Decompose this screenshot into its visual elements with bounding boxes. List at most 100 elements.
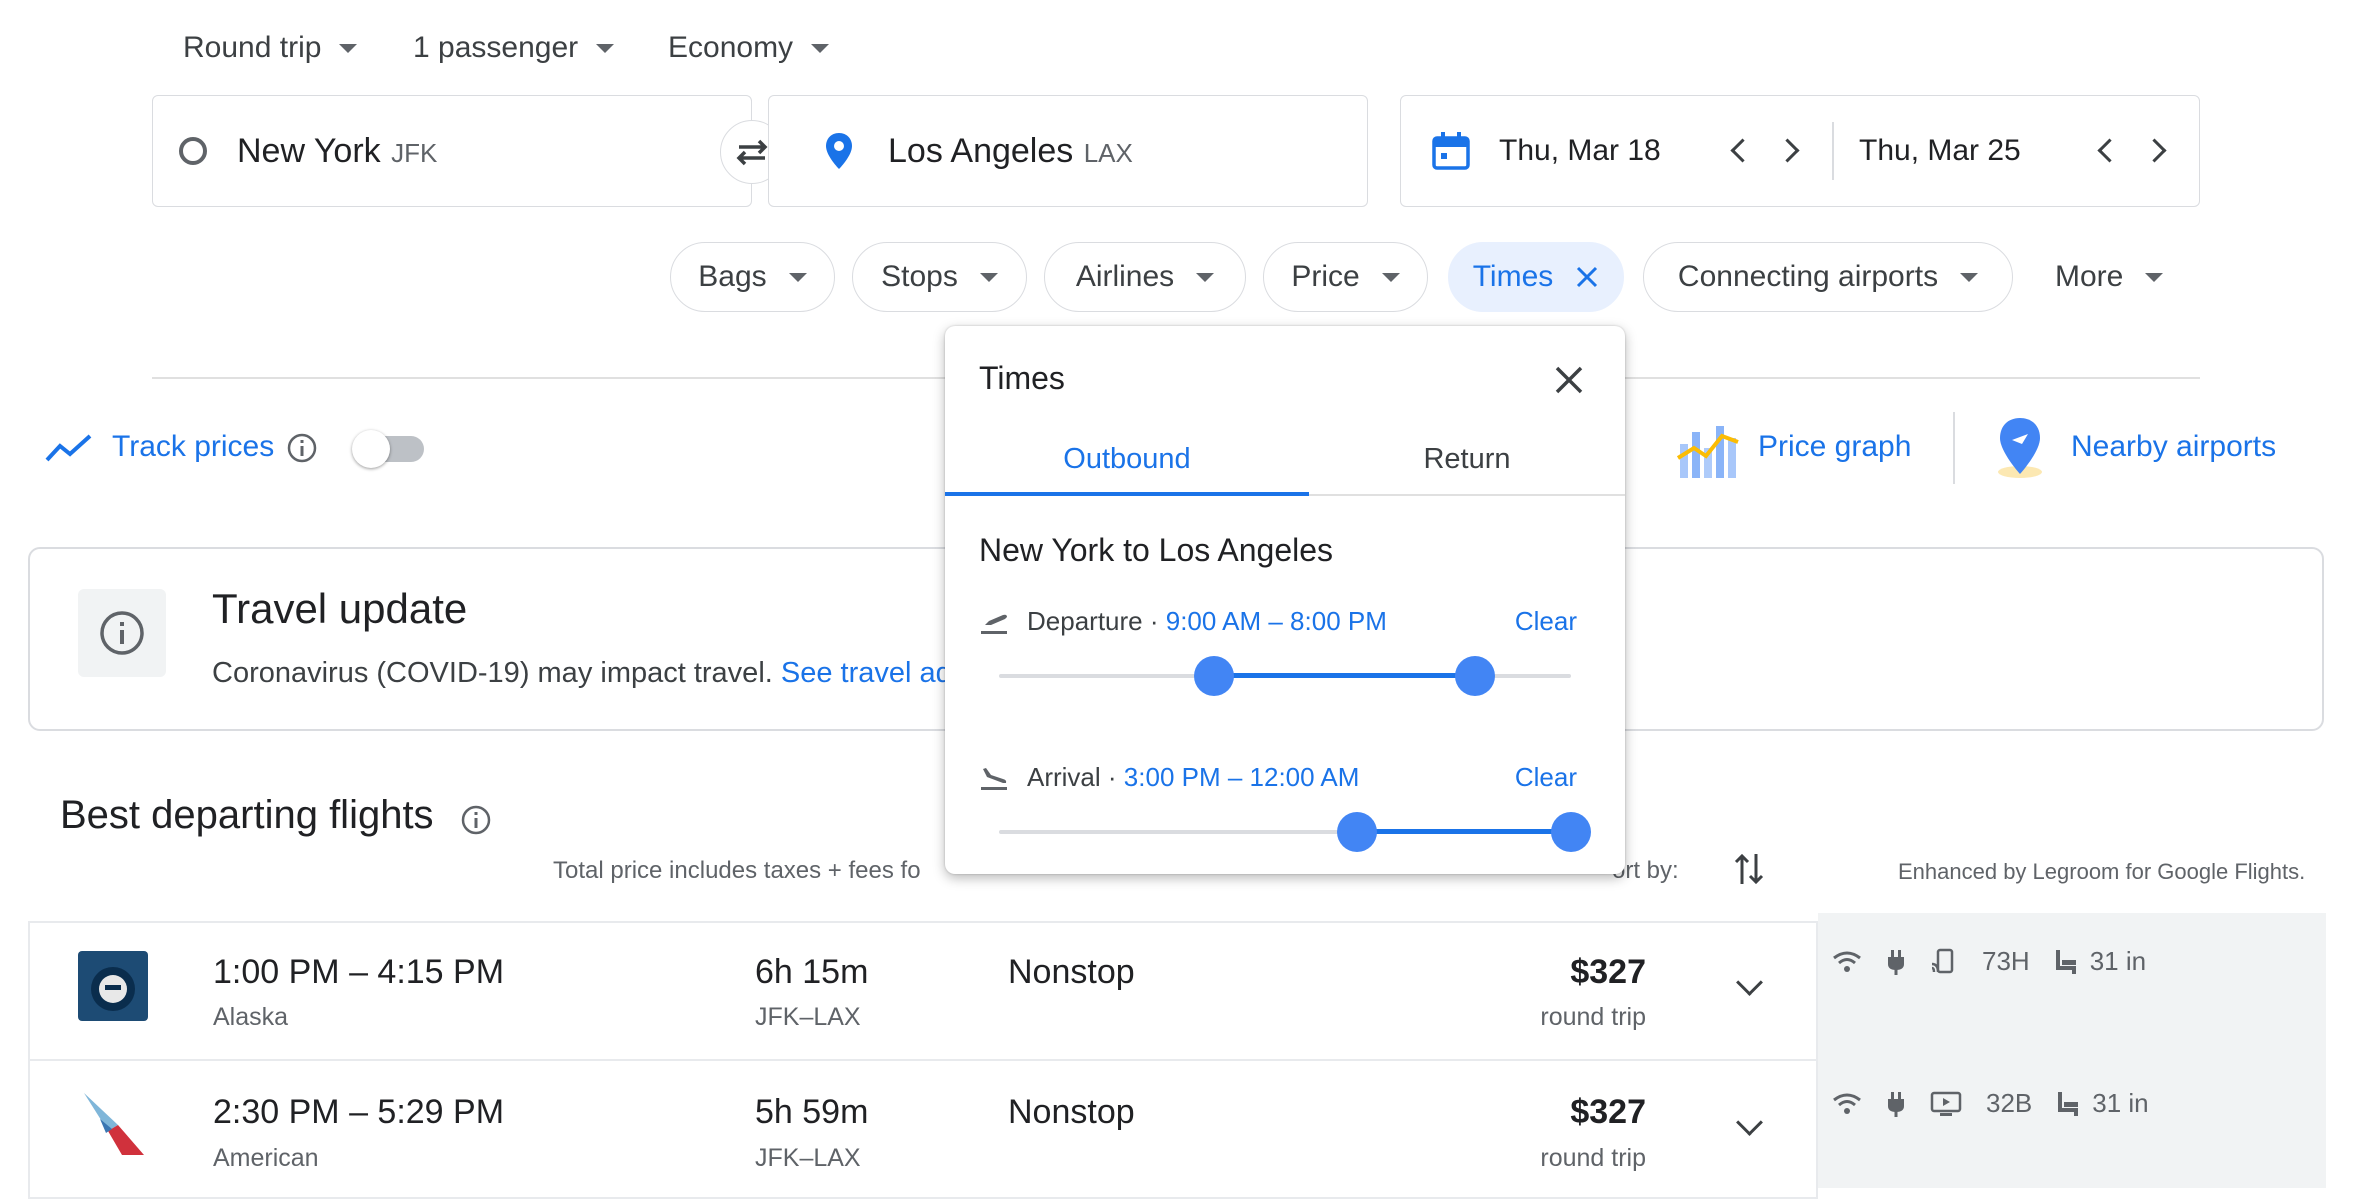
travel-advisories-link[interactable]: See travel adv bbox=[781, 657, 966, 689]
departure-end-handle[interactable] bbox=[1455, 656, 1496, 696]
tab-outbound-label: Outbound bbox=[1063, 442, 1191, 475]
flight-duration: 6h 15m bbox=[755, 953, 869, 991]
dropdown-arrow-icon bbox=[1381, 272, 1400, 282]
return-prev-chevron-icon[interactable] bbox=[2097, 138, 2122, 163]
bags-filter-label: Bags bbox=[698, 260, 767, 293]
destination-input[interactable]: Los Angeles LAX bbox=[768, 95, 1368, 207]
airlines-filter-label: Airlines bbox=[1075, 260, 1175, 293]
arrival-row: Arrival · 3:00 PM – 12:00 AM bbox=[979, 762, 1359, 793]
legroom-note: Enhanced by Legroom for Google Flights. bbox=[1898, 859, 2306, 884]
flight-stops: Nonstop bbox=[1008, 953, 1135, 991]
date-divider bbox=[1832, 122, 1834, 180]
more-filters-button[interactable]: More bbox=[2055, 242, 2164, 312]
price-type: round trip bbox=[1540, 1144, 1646, 1172]
date-selector[interactable]: Thu, Mar 18 Thu, Mar 25 bbox=[1400, 95, 2200, 207]
close-icon[interactable] bbox=[1553, 364, 1585, 396]
passenger-select[interactable]: 1 passenger bbox=[413, 28, 615, 68]
arrival-range: 3:00 PM – 12:00 AM bbox=[1123, 762, 1360, 792]
departure-range: 9:00 AM – 8:00 PM bbox=[1165, 606, 1387, 636]
location-pin-icon bbox=[826, 133, 852, 169]
origin-input[interactable]: New York JFK bbox=[152, 95, 752, 207]
flight-row[interactable]: 1:00 PM – 4:15 PM Alaska 6h 15m JFK–LAX … bbox=[28, 921, 1818, 1061]
times-popup: Times Outbound Return New York to Los An… bbox=[945, 326, 1625, 874]
info-icon[interactable] bbox=[460, 804, 492, 836]
connecting-airports-filter-chip[interactable]: Connecting airports bbox=[1643, 242, 2013, 312]
depart-next-chevron-icon[interactable] bbox=[1775, 138, 1800, 163]
departure-clear-button[interactable]: Clear bbox=[1515, 606, 1577, 637]
dropdown-arrow-icon bbox=[1196, 272, 1215, 282]
flight-price: $327 bbox=[1570, 1093, 1646, 1131]
expand-chevron-icon[interactable] bbox=[1736, 969, 1763, 996]
info-icon bbox=[100, 611, 144, 655]
trip-type-select[interactable]: Round trip bbox=[183, 28, 358, 68]
dropdown-arrow-icon bbox=[811, 43, 830, 53]
departure-slider-fill bbox=[1213, 673, 1476, 678]
depart-date: Thu, Mar 18 bbox=[1499, 134, 1661, 167]
flight-times: 1:00 PM – 4:15 PM bbox=[213, 953, 505, 991]
calendar-icon bbox=[1432, 132, 1470, 170]
aircraft-code: 73H bbox=[1982, 946, 2030, 976]
cabin-class-label: Economy bbox=[668, 31, 794, 64]
travel-update-title: Travel update bbox=[212, 585, 468, 632]
legroom-value: 31 in bbox=[2092, 1088, 2149, 1118]
american-airline-logo bbox=[78, 1089, 152, 1163]
american-logo-icon bbox=[84, 1093, 144, 1155]
tab-return[interactable]: Return bbox=[1309, 426, 1625, 492]
arrival-end-handle[interactable] bbox=[1551, 812, 1591, 852]
popup-title: Times bbox=[979, 360, 1065, 396]
passenger-label: 1 passenger bbox=[413, 31, 579, 64]
stops-filter-label: Stops bbox=[881, 260, 958, 293]
takeoff-icon bbox=[981, 614, 1007, 634]
price-type: round trip bbox=[1540, 1003, 1646, 1031]
airlines-filter-chip[interactable]: Airlines bbox=[1044, 242, 1246, 312]
arrival-clear-button[interactable]: Clear bbox=[1515, 762, 1577, 793]
tab-outbound[interactable]: Outbound bbox=[945, 426, 1309, 492]
price-graph-icon bbox=[1676, 426, 1739, 478]
route-title: New York to Los Angeles bbox=[979, 532, 1334, 568]
legroom-value: 31 in bbox=[2089, 946, 2147, 976]
legroom-info: 31 in bbox=[2054, 946, 2146, 977]
flight-price: $327 bbox=[1570, 953, 1646, 991]
airline-name: American bbox=[213, 1144, 319, 1172]
flight-route: JFK–LAX bbox=[755, 1003, 861, 1031]
track-prices-label: Track prices bbox=[112, 430, 275, 463]
return-next-chevron-icon[interactable] bbox=[2142, 138, 2167, 163]
origin-circle-icon bbox=[179, 137, 207, 165]
arrival-label: Arrival bbox=[1027, 762, 1101, 792]
update-icon-box bbox=[78, 589, 166, 677]
departure-start-handle[interactable] bbox=[1193, 656, 1234, 696]
sort-icon[interactable] bbox=[1734, 850, 1764, 888]
stream-media-icon bbox=[1931, 948, 1954, 973]
bags-filter-chip[interactable]: Bags bbox=[670, 242, 835, 312]
legroom-info: 31 in bbox=[2056, 1088, 2149, 1119]
cabin-class-select[interactable]: Economy bbox=[668, 28, 830, 68]
seat-icon bbox=[2058, 1091, 2079, 1116]
travel-update-text-row: Coronavirus (COVID-19) may impact travel… bbox=[212, 657, 966, 690]
flight-times: 2:30 PM – 5:29 PM bbox=[213, 1093, 505, 1131]
more-filters-label: More bbox=[2055, 260, 2124, 293]
departure-row: Departure · 9:00 AM – 8:00 PM bbox=[979, 606, 1387, 637]
alaska-logo-icon bbox=[91, 967, 135, 1011]
seatback-screen-icon bbox=[1930, 1091, 1962, 1116]
flight-row[interactable]: 2:30 PM – 5:29 PM American 5h 59m JFK–LA… bbox=[28, 1059, 1818, 1199]
nearby-airports-button[interactable]: Nearby airports bbox=[2071, 430, 2276, 464]
price-filter-chip[interactable]: Price bbox=[1263, 242, 1428, 312]
close-icon[interactable] bbox=[1575, 265, 1599, 289]
wifi-icon bbox=[1833, 951, 1861, 972]
stops-filter-chip[interactable]: Stops bbox=[852, 242, 1027, 312]
price-graph-button[interactable]: Price graph bbox=[1758, 430, 1911, 464]
info-icon[interactable] bbox=[286, 432, 318, 464]
power-outlet-icon bbox=[1888, 1091, 1904, 1117]
dropdown-arrow-icon bbox=[788, 272, 807, 282]
travel-update-text: Coronavirus (COVID-19) may impact travel… bbox=[212, 657, 773, 689]
connecting-airports-filter-label: Connecting airports bbox=[1677, 260, 1939, 293]
times-filter-chip[interactable]: Times bbox=[1448, 242, 1624, 312]
amenities-row: 73H 31 in bbox=[1832, 946, 2146, 977]
expand-chevron-icon[interactable] bbox=[1736, 1109, 1763, 1136]
arrival-start-handle[interactable] bbox=[1336, 812, 1377, 852]
trending-icon bbox=[45, 434, 92, 462]
power-outlet-icon bbox=[1888, 949, 1904, 975]
arrival-slider-fill bbox=[1356, 829, 1571, 834]
depart-prev-chevron-icon[interactable] bbox=[1730, 138, 1755, 163]
airline-name: Alaska bbox=[213, 1003, 289, 1031]
